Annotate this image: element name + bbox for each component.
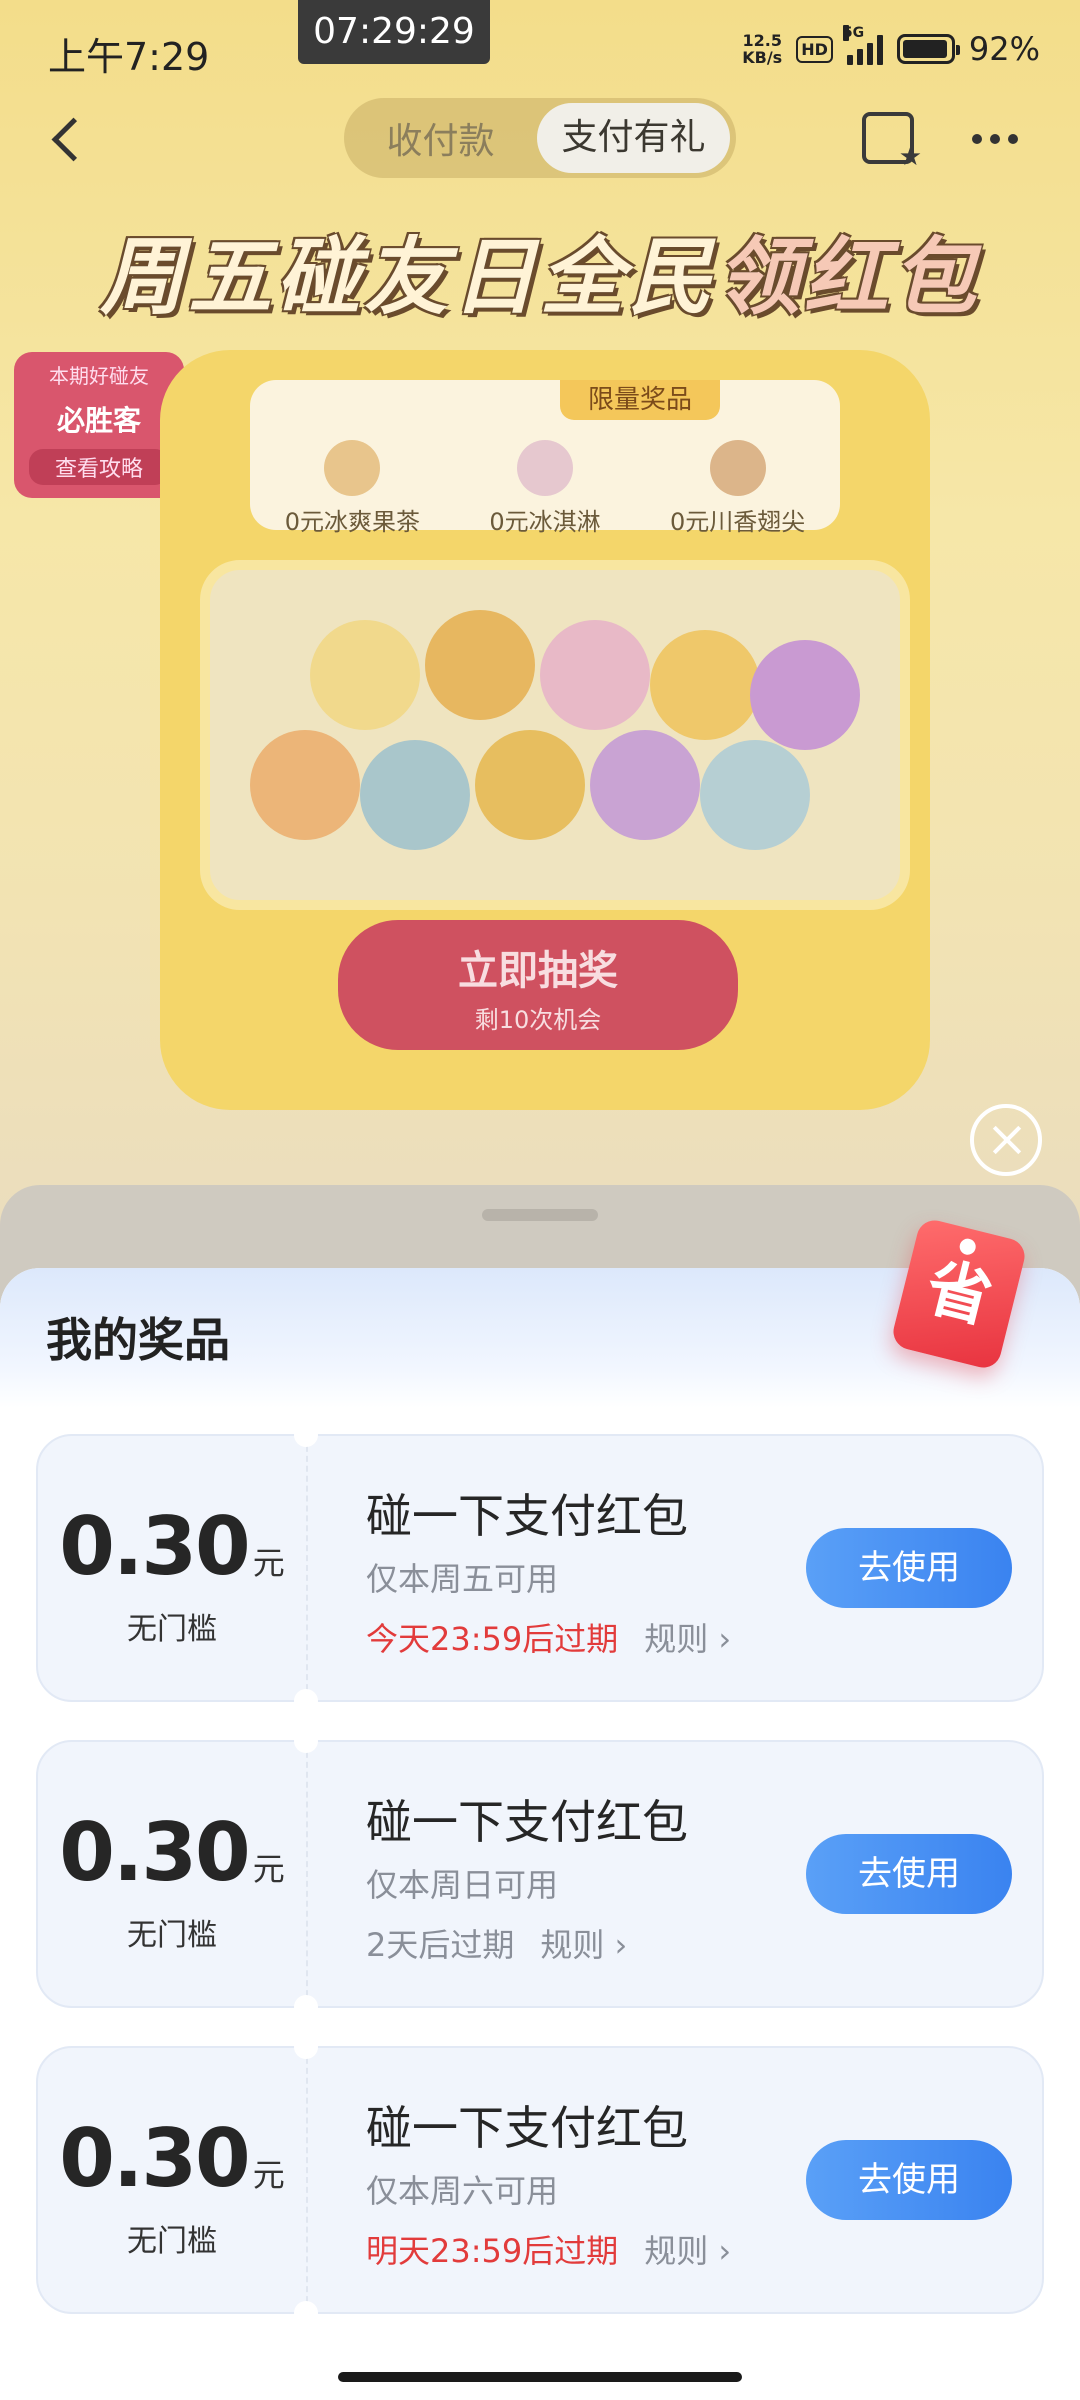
prize-item: 0元川香翅尖	[670, 440, 805, 537]
prize-panel: 限量奖品 0元冰爽果茶 0元冰淇淋 0元川香翅尖	[250, 380, 840, 536]
favorite-icon[interactable]	[862, 112, 922, 172]
capsule-ball	[310, 620, 420, 730]
floating-clock: 07:29:29	[298, 0, 490, 64]
friend-card-brand: 必胜客	[56, 404, 141, 437]
network-speed: 12.5 KB/s	[742, 32, 782, 66]
capsule-ball	[700, 740, 810, 850]
drag-handle[interactable]	[482, 1209, 598, 1221]
capsule-ball	[590, 730, 700, 840]
prize-item: 0元冰爽果茶	[285, 440, 420, 537]
prize-label: 0元川香翅尖	[670, 508, 806, 536]
capsule-ball	[360, 740, 470, 850]
coupon-amount: 0.30 元	[38, 1500, 306, 1593]
coupon-rules-link[interactable]: 规则 ›	[644, 1620, 731, 1658]
coupon-rules-link[interactable]: 规则 ›	[540, 1926, 627, 1964]
coupon-title: 碰一下支付红包	[366, 1489, 688, 1543]
capsule-ball	[540, 620, 650, 730]
close-icon[interactable]	[970, 1104, 1042, 1176]
draw-chances: 剩10次机会	[474, 1006, 602, 1034]
hd-icon: HD	[796, 35, 833, 63]
prize-header: 限量奖品	[560, 380, 720, 420]
capsule-ball	[650, 630, 760, 740]
my-prizes-sheet: 我的奖品 省 0.30 元 无门槛 碰一下支付红包 仅本周五可用 今天23:59后…	[0, 1216, 1080, 2400]
back-arrow-icon[interactable]	[40, 110, 96, 166]
coupon-amount-unit: 元	[252, 1544, 285, 1582]
capsule-ball	[250, 730, 360, 840]
coupon-amount-value: 0.30	[59, 1500, 250, 1593]
tab-pay-rewards[interactable]: 支付有礼	[537, 103, 730, 173]
prize-label: 0元冰爽果茶	[284, 508, 420, 536]
gacha-machine: 限量奖品 0元冰爽果茶 0元冰淇淋 0元川香翅尖 立即抽奖 剩10次机会	[160, 350, 930, 1110]
coupon-title: 碰一下支付红包	[366, 2101, 688, 2155]
network-type: 5G	[842, 25, 865, 41]
coupon-threshold: 无门槛	[127, 1918, 217, 1953]
coupon-availability: 仅本周六可用	[366, 2172, 559, 2210]
coupon-availability: 仅本周五可用	[366, 1560, 559, 1598]
promo-title-accent: 领红包	[716, 228, 981, 326]
capsule-ball	[475, 730, 585, 840]
promo-title: 周五碰友日全民领红包	[0, 210, 1080, 331]
ice-cream-image	[516, 440, 573, 496]
tab-pay-receive[interactable]: 收付款	[344, 112, 537, 164]
use-coupon-button[interactable]: 去使用	[806, 1834, 1012, 1914]
prize-list: 0元冰爽果茶 0元冰淇淋 0元川香翅尖	[250, 440, 840, 537]
status-icons: 12.5 KB/s HD 5G 92%	[742, 25, 1040, 68]
coupon-amount-unit: 元	[252, 1850, 285, 1888]
top-nav: 收付款 支付有礼	[0, 96, 1080, 186]
network-speed-unit: KB/s	[742, 48, 783, 67]
coupon-expiry-line: 明天23:59后过期 规则 ›	[366, 2226, 731, 2272]
more-icon[interactable]	[972, 134, 1018, 144]
coupon-availability: 仅本周日可用	[366, 1866, 559, 1904]
coupon-threshold: 无门槛	[127, 2224, 217, 2259]
battery-icon	[896, 34, 960, 64]
coupon-amount-unit: 元	[252, 2156, 285, 2194]
network-speed-value: 12.5	[742, 31, 782, 50]
tab-switcher: 收付款 支付有礼	[344, 98, 736, 178]
home-indicator[interactable]	[338, 2372, 742, 2382]
coupon-card: 0.30 元 无门槛 碰一下支付红包 仅本周日可用 2天后过期 规则 › 去使用	[36, 1729, 1044, 2019]
battery-percent: 92%	[968, 30, 1040, 68]
coupon-expiry-line: 2天后过期 规则 ›	[366, 1920, 627, 1966]
friend-card-link[interactable]: 查看攻略	[29, 449, 169, 485]
coupon-threshold: 无门槛	[127, 1612, 217, 1647]
coupon-amount: 0.30 元	[38, 2112, 306, 2205]
coupon-card: 0.30 元 无门槛 碰一下支付红包 仅本周六可用 明天23:59后过期 规则 › …	[36, 2035, 1044, 2325]
use-coupon-button[interactable]: 去使用	[806, 1528, 1012, 1608]
draw-button[interactable]: 立即抽奖 剩10次机会	[338, 920, 738, 1050]
signal-icon: 5G	[842, 25, 883, 65]
capsule-ball	[425, 610, 535, 720]
coupon-amount-value: 0.30	[59, 1806, 250, 1899]
chicken-wing-image	[709, 440, 766, 496]
status-bar: 上午7:29 07:29:29 12.5 KB/s HD 5G 92%	[0, 0, 1080, 100]
prize-label: 0元冰淇淋	[489, 508, 601, 536]
promo-title-main: 周五碰友日全民	[99, 228, 716, 326]
capsule-window	[200, 560, 910, 910]
coupon-card: 0.30 元 无门槛 碰一下支付红包 仅本周五可用 今天23:59后过期 规则 › …	[36, 1423, 1044, 1713]
coupon-expiry: 今天23:59后过期	[366, 1620, 619, 1658]
friend-card-label: 本期好碰友	[49, 364, 149, 388]
friend-of-week-card[interactable]: 本期好碰友 必胜客 查看攻略	[14, 352, 184, 498]
promo-background: 上午7:29 07:29:29 12.5 KB/s HD 5G 92% 收付款 …	[0, 0, 1080, 1300]
prize-item: 0元冰淇淋	[489, 440, 601, 537]
coupon-amount-value: 0.30	[59, 2112, 250, 2205]
coupon-amount: 0.30 元	[38, 1806, 306, 1899]
status-time: 上午7:29	[48, 35, 210, 79]
draw-button-label: 立即抽奖	[458, 948, 618, 994]
use-coupon-button[interactable]: 去使用	[806, 2140, 1012, 2220]
capsule-ball	[750, 640, 860, 750]
fruit-tea-image	[324, 440, 381, 496]
coupon-expiry-line: 今天23:59后过期 规则 ›	[366, 1614, 731, 1660]
sheet-title: 我的奖品	[46, 1313, 230, 1367]
coupon-title: 碰一下支付红包	[366, 1795, 688, 1849]
coupon-expiry: 明天23:59后过期	[366, 2232, 619, 2270]
coupon-rules-link[interactable]: 规则 ›	[644, 2232, 731, 2270]
coupon-expiry: 2天后过期	[366, 1926, 515, 1964]
